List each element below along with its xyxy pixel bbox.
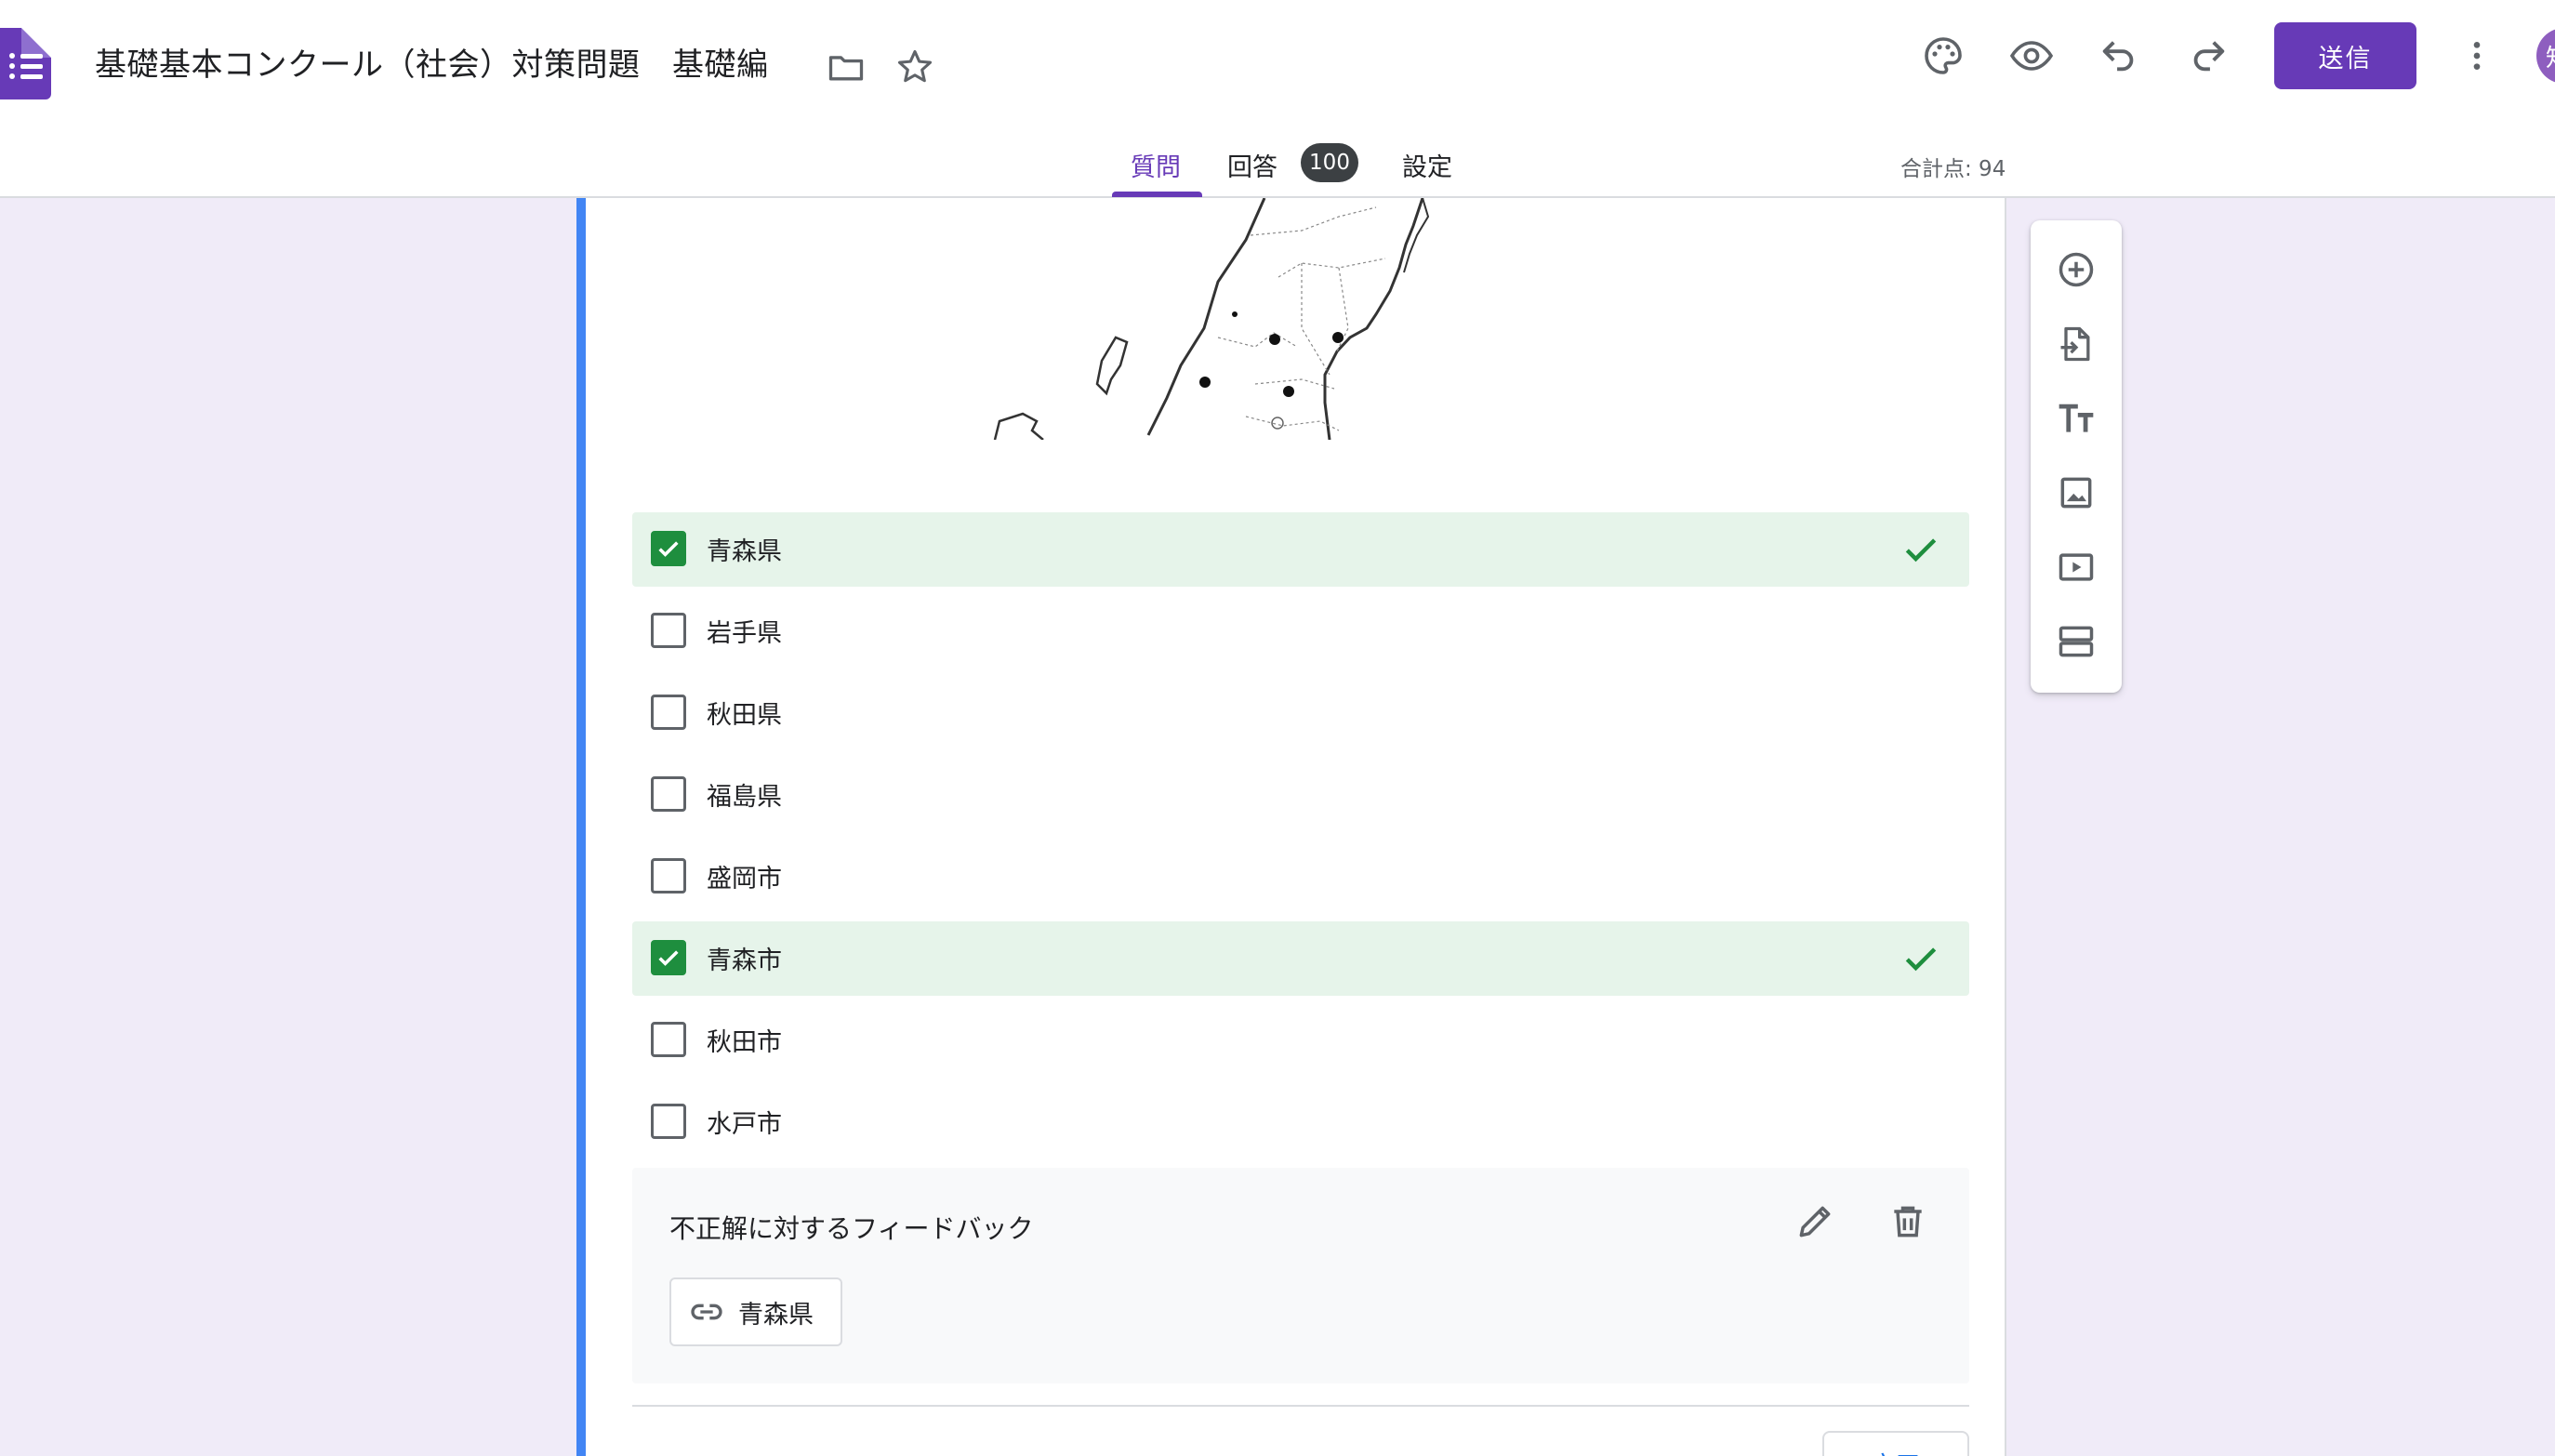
responses-count-badge: 100 <box>1301 143 1358 182</box>
feedback-title: 不正解に対するフィードバック <box>669 1213 1034 1244</box>
question-card[interactable]: 青森県 岩手県 秋田県 福島県 盛岡市 青森市 秋田市 水戸市 不正解に対するフ… <box>576 198 2006 1456</box>
tab-questions[interactable]: 質問 <box>1131 147 1181 183</box>
feedback-link-chip[interactable]: 青森県 <box>669 1277 842 1346</box>
correct-check-icon <box>1900 529 1941 574</box>
palette-icon[interactable] <box>1921 33 1966 78</box>
header-bar: 基礎基本コンクール（社会）対策問題 基礎編 送信 知 質問 回答 設定 100 … <box>0 0 2555 198</box>
correct-check-icon <box>1900 938 1941 983</box>
option-iwate-ken[interactable]: 岩手県 <box>632 594 1969 668</box>
option-label: 青森県 <box>707 537 782 566</box>
folder-icon[interactable] <box>826 46 867 87</box>
option-mito-shi[interactable]: 水戸市 <box>632 1085 1969 1159</box>
option-checkbox[interactable] <box>651 940 686 975</box>
undo-icon[interactable] <box>2098 33 2140 76</box>
delete-trash-icon[interactable] <box>1887 1201 1928 1246</box>
add-question-icon[interactable] <box>2053 246 2099 293</box>
total-points: 合計点: 94 <box>1900 157 2006 181</box>
forms-logo-icon[interactable] <box>0 28 51 99</box>
option-label: 水戸市 <box>707 1110 782 1139</box>
preview-icon[interactable] <box>2008 33 2055 78</box>
add-video-icon[interactable] <box>2053 544 2099 590</box>
tab-settings[interactable]: 設定 <box>1402 147 1452 183</box>
option-akita-shi[interactable]: 秋田市 <box>632 1003 1969 1078</box>
option-checkbox[interactable] <box>651 531 686 566</box>
map-image <box>993 198 1430 440</box>
option-label: 秋田市 <box>707 1028 782 1057</box>
option-aomori-ken[interactable]: 青森県 <box>632 512 1969 587</box>
tab-bar: 質問 回答 設定 <box>0 139 2555 197</box>
incorrect-feedback-panel: 不正解に対するフィードバック 青森県 <box>632 1168 1969 1383</box>
option-label: 青森市 <box>707 946 782 975</box>
option-checkbox[interactable] <box>651 1022 686 1057</box>
edit-pencil-icon[interactable] <box>1794 1201 1835 1246</box>
option-checkbox[interactable] <box>651 695 686 730</box>
option-label: 岩手県 <box>707 619 782 648</box>
redo-icon[interactable] <box>2187 33 2230 76</box>
option-label: 秋田県 <box>707 701 782 730</box>
option-label: 盛岡市 <box>707 865 782 893</box>
import-questions-icon[interactable] <box>2053 321 2099 367</box>
tab-responses[interactable]: 回答 <box>1227 147 1278 183</box>
option-checkbox[interactable] <box>651 613 686 648</box>
option-label: 福島県 <box>707 783 782 812</box>
add-image-icon[interactable] <box>2053 470 2099 516</box>
feedback-link-label: 青森県 <box>738 1300 814 1330</box>
option-morioka-shi[interactable]: 盛岡市 <box>632 840 1969 914</box>
account-avatar[interactable]: 知 <box>2536 28 2555 84</box>
more-vert-icon[interactable] <box>2458 33 2495 78</box>
option-checkbox[interactable] <box>651 776 686 812</box>
option-fukushima-ken[interactable]: 福島県 <box>632 758 1969 832</box>
link-icon <box>691 1304 722 1320</box>
option-checkbox[interactable] <box>651 858 686 893</box>
star-icon[interactable] <box>894 46 935 87</box>
send-button[interactable]: 送信 <box>2274 22 2416 89</box>
option-checkbox[interactable] <box>651 1104 686 1139</box>
done-button[interactable]: 完了 <box>1822 1431 1969 1456</box>
option-akita-ken[interactable]: 秋田県 <box>632 676 1969 750</box>
active-tab-indicator <box>1112 192 1202 197</box>
card-divider <box>632 1405 1969 1407</box>
add-title-icon[interactable] <box>2053 395 2099 442</box>
floating-toolbar <box>2031 220 2122 693</box>
add-section-icon[interactable] <box>2053 618 2099 665</box>
form-title[interactable]: 基礎基本コンクール（社会）対策問題 基礎編 <box>95 39 769 85</box>
option-aomori-shi[interactable]: 青森市 <box>632 921 1969 996</box>
